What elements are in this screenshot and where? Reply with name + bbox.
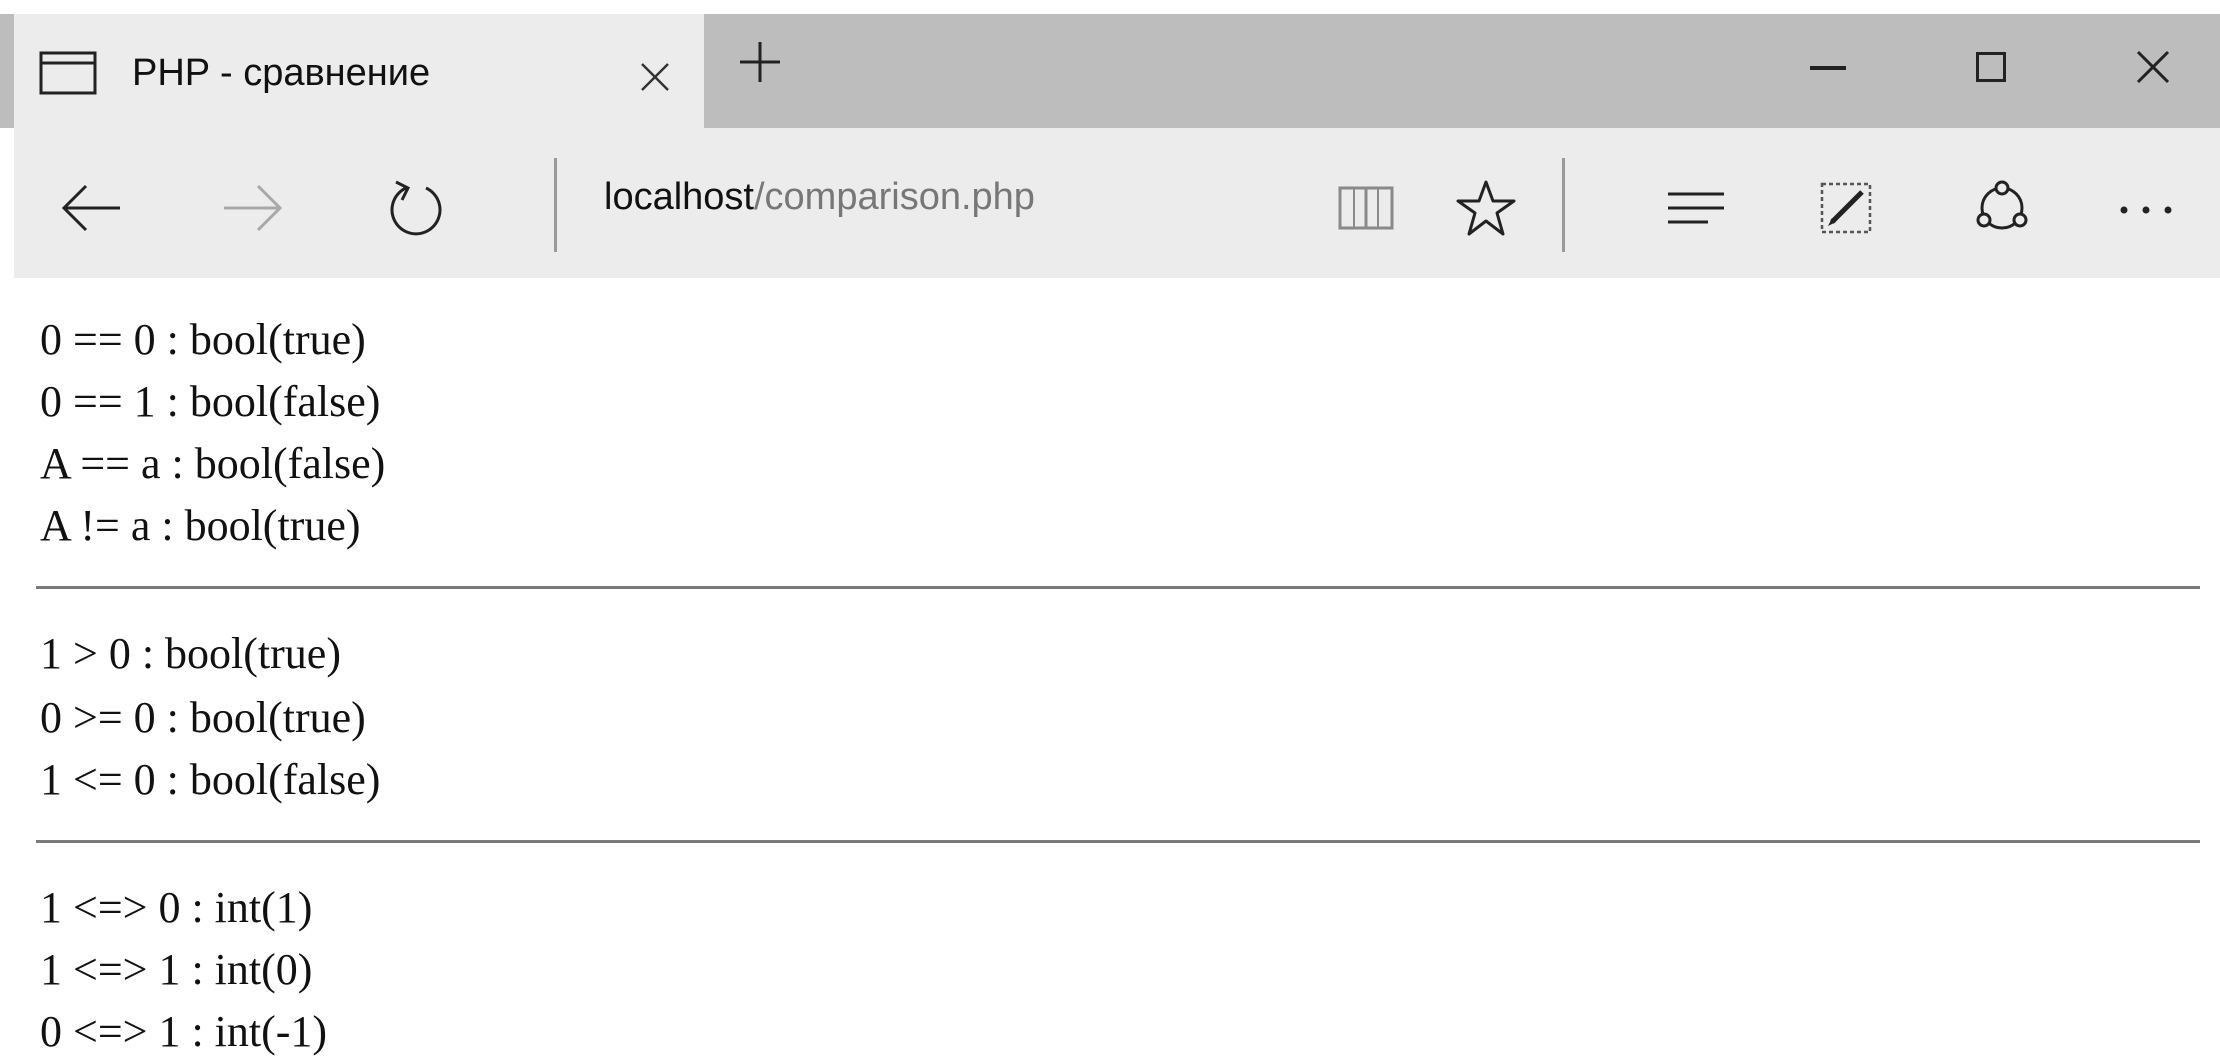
- close-tab-icon[interactable]: [640, 62, 670, 92]
- url-path: /comparison.php: [753, 176, 1035, 218]
- page-icon: [39, 51, 97, 95]
- tab-title: PHP - сравнение: [132, 52, 431, 94]
- ordering-line: 1 > 0 : bool(true): [40, 629, 341, 678]
- close-window-icon[interactable]: [2136, 50, 2170, 84]
- spaceship-line: 1 <=> 0 : int(1): [40, 883, 313, 932]
- tab-active[interactable]: PHP - сравнение: [14, 14, 704, 128]
- web-note-icon[interactable]: [1814, 176, 1878, 240]
- favorite-star-icon[interactable]: [1454, 176, 1518, 240]
- equality-line: 0 == 0 : bool(true): [40, 315, 366, 364]
- tab-strip: PHP - сравнение: [0, 0, 2220, 128]
- url-host: localhost: [604, 176, 754, 218]
- spaceship-line: 1 <=> 1 : int(0): [40, 945, 313, 994]
- equality-line: A == a : bool(false): [40, 439, 386, 488]
- maximize-icon[interactable]: [1976, 52, 2006, 82]
- horizontal-rule: [36, 840, 2200, 843]
- window-top-edge: [0, 0, 2220, 14]
- navigation-bar: localhost/comparison.php: [14, 128, 2220, 278]
- share-icon[interactable]: [1970, 176, 2034, 240]
- address-separator: [554, 158, 557, 252]
- equality-line: 0 == 1 : bool(false): [40, 377, 381, 426]
- address-bar[interactable]: localhost/comparison.php: [604, 176, 1035, 219]
- toolbar-separator: [1562, 158, 1565, 252]
- new-tab-icon[interactable]: [740, 42, 780, 82]
- reading-view-icon[interactable]: [1334, 176, 1398, 240]
- horizontal-rule: [36, 586, 2200, 589]
- spaceship-line: 0 <=> 1 : int(-1): [40, 1007, 328, 1056]
- forward-arrow-icon[interactable]: [220, 176, 284, 240]
- more-options-icon[interactable]: [2114, 176, 2178, 240]
- equality-line: A != a : bool(true): [40, 501, 361, 550]
- back-arrow-icon[interactable]: [60, 176, 124, 240]
- hub-menu-icon[interactable]: [1664, 176, 1728, 240]
- ordering-line: 0 >= 0 : bool(true): [40, 693, 366, 742]
- ordering-line: 1 <= 0 : bool(false): [40, 755, 381, 804]
- minimize-icon[interactable]: [1810, 66, 1846, 70]
- refresh-icon[interactable]: [384, 176, 448, 240]
